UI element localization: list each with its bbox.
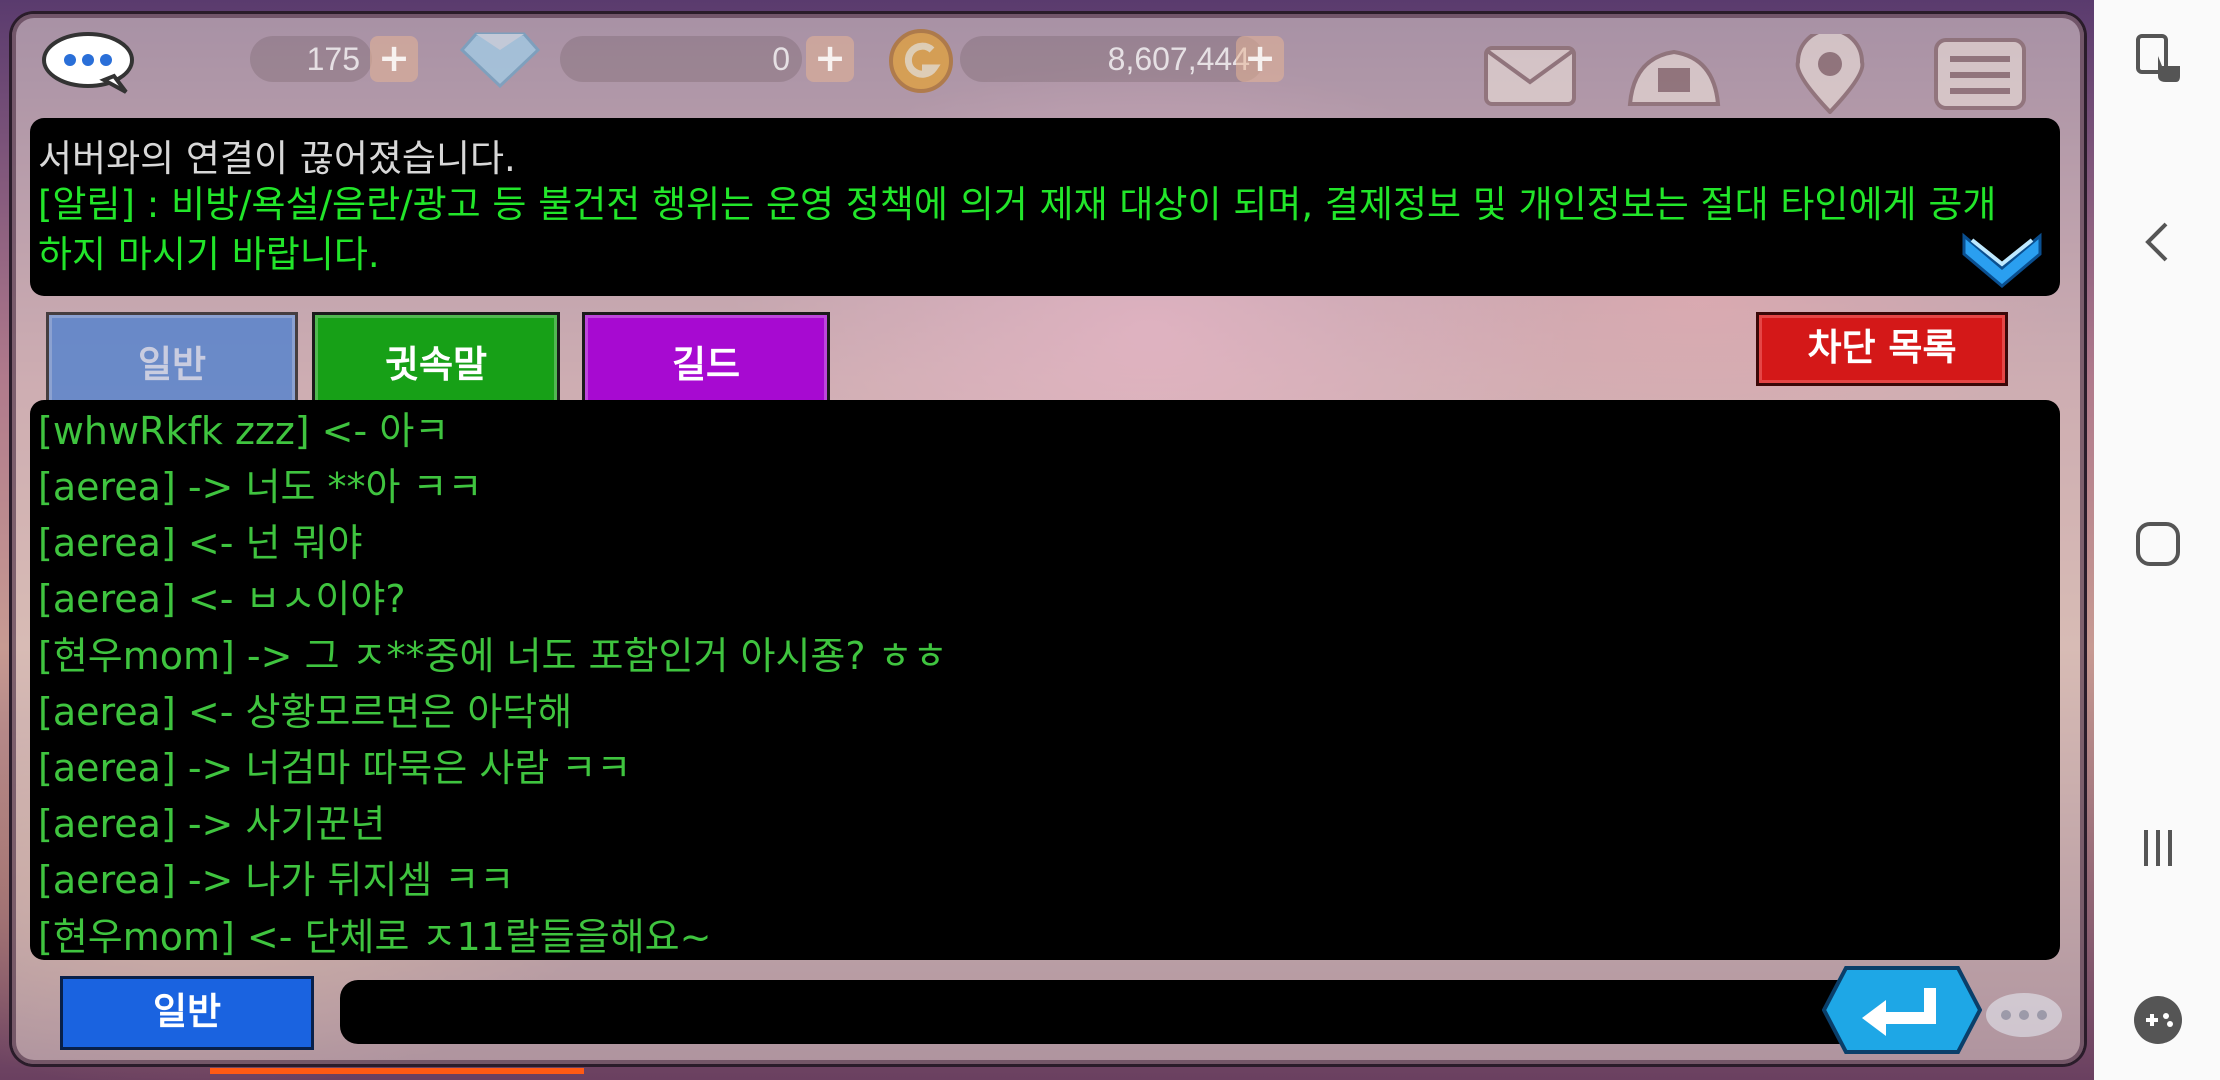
connection-lost-message: 서버와의 연결이 끊어졌습니다. <box>38 137 516 180</box>
back-icon[interactable] <box>2132 216 2184 268</box>
gold-counter: 8,607,444 <box>960 36 1264 82</box>
gold-coin-icon <box>889 29 953 93</box>
game-tools-icon[interactable] <box>2132 994 2184 1046</box>
menu-icon[interactable] <box>1930 34 2030 114</box>
chevron-down-icon[interactable] <box>1960 228 2044 288</box>
system-navigation-bar <box>2094 0 2220 1080</box>
gems-counter: 0 <box>560 36 802 82</box>
chat-message: [aerea] -> 너도 **아 ㅋㅋ <box>38 465 483 509</box>
chat-input[interactable] <box>340 980 1860 1044</box>
gems-plus-button[interactable]: + <box>806 36 854 82</box>
gold-plus-button[interactable]: + <box>1236 36 1284 82</box>
progress-strip <box>210 1068 584 1074</box>
notice-panel: 서버와의 연결이 끊어졌습니다. [알림] : 비방/욕설/음란/광고 등 불건… <box>30 118 2060 296</box>
chat-message: [aerea] -> 사기꾼년 <box>38 802 386 846</box>
hearts-value: 175 <box>306 41 360 77</box>
chat-message: [aerea] -> 너검마 따묵은 사람 ㅋㅋ <box>38 746 632 790</box>
chat-message: [현우mom] -> 그 ㅈ**중에 너도 포함인거 아시죵? ㅎㅎ <box>38 634 948 678</box>
policy-alert-message: [알림] : 비방/욕설/음란/광고 등 불건전 행위는 운영 정책에 의거 제… <box>38 183 1997 276</box>
hearts-plus-button[interactable]: + <box>370 36 418 82</box>
map-pin-icon[interactable] <box>1780 34 1880 114</box>
chat-log[interactable]: [whwRkfk zzz] <- 아ㅋ [aerea] -> 너도 **아 ㅋㅋ… <box>30 400 2060 960</box>
shop-icon[interactable] <box>1624 34 1724 114</box>
send-enter-icon[interactable] <box>1822 964 1982 1056</box>
chat-message: [aerea] <- ㅂㅅ이야? <box>38 577 406 621</box>
recent-apps-icon[interactable] <box>2132 822 2184 874</box>
diamond-icon <box>460 32 540 88</box>
chat-bubble-icon[interactable] <box>40 30 136 94</box>
chat-message: [aerea] -> 나가 뒤지셈 ㅋㅋ <box>38 858 515 902</box>
touch-lock-icon[interactable] <box>2132 32 2184 84</box>
home-icon[interactable] <box>2132 518 2184 570</box>
block-list-button[interactable]: 차단 목록 <box>1756 312 2008 386</box>
chat-message: [aerea] <- 넌 뭐야 <box>38 521 363 565</box>
more-chat-icon[interactable] <box>1984 990 2064 1040</box>
gems-value: 0 <box>772 41 790 77</box>
chat-message: [whwRkfk zzz] <- 아ㅋ <box>38 409 450 453</box>
hearts-counter: 175 <box>250 36 372 82</box>
mail-icon[interactable] <box>1480 34 1580 114</box>
channel-select-button[interactable]: 일반 <box>60 976 314 1050</box>
chat-message: [aerea] <- 상황모르면은 아닥해 <box>38 690 573 734</box>
gold-value: 8,607,444 <box>1107 41 1250 77</box>
chat-message: [현우mom] <- 단체로 ㅈ11랄들을해요~ <box>38 915 712 959</box>
